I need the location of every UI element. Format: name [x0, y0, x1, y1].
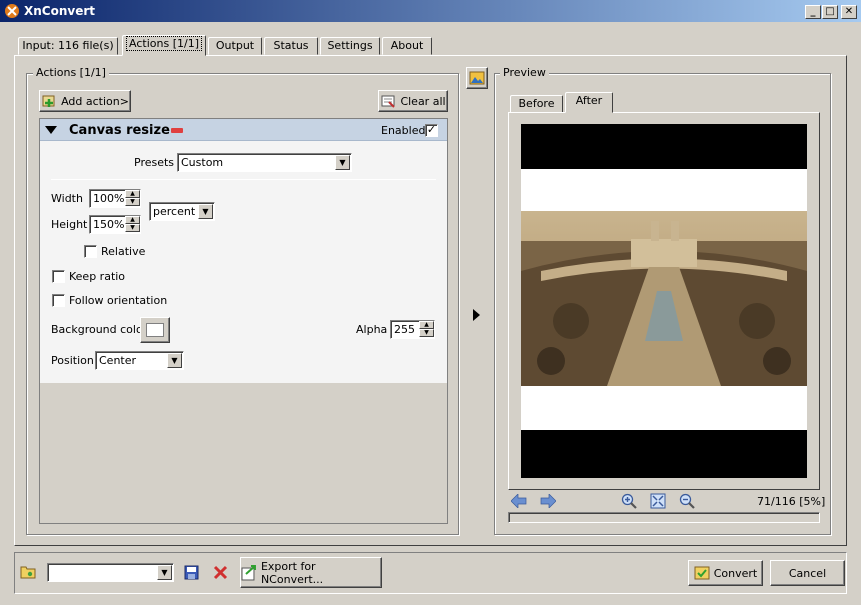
- tab-settings[interactable]: Settings: [320, 37, 380, 55]
- preview-scrollbar[interactable]: [508, 512, 820, 523]
- relative-checkbox[interactable]: [84, 245, 97, 258]
- alpha-label: Alpha: [356, 323, 388, 336]
- image-preview-icon: [469, 71, 485, 85]
- canvas-area: [521, 169, 807, 430]
- cancel-button[interactable]: Cancel: [770, 560, 845, 586]
- spin-down-icon[interactable]: ▼: [125, 224, 140, 232]
- next-arrow-icon[interactable]: [540, 494, 556, 508]
- dropdown-arrow-icon[interactable]: ▼: [198, 204, 213, 219]
- position-label: Position: [51, 354, 94, 367]
- dropdown-arrow-icon[interactable]: ▼: [157, 565, 172, 580]
- export-nconvert-button[interactable]: Export for NConvert...: [240, 557, 382, 588]
- action-title: Canvas resize: [69, 123, 170, 138]
- title-bar: XnConvert _ □ ✕: [0, 0, 861, 22]
- remove-action-icon[interactable]: [171, 128, 183, 133]
- open-folder-icon[interactable]: [20, 565, 36, 579]
- collapse-arrow-icon[interactable]: [45, 126, 57, 134]
- background-color-label: Background color: [51, 323, 148, 336]
- spin-down-icon[interactable]: ▼: [125, 198, 140, 206]
- spin-up-icon[interactable]: ▲: [125, 216, 140, 224]
- presets-select[interactable]: Custom ▼: [177, 153, 352, 172]
- photo-thumbnail: [521, 211, 807, 386]
- tab-input[interactable]: Input: 116 file(s): [18, 37, 118, 55]
- width-value: 100%: [93, 192, 125, 205]
- tab-output[interactable]: Output: [208, 37, 262, 55]
- keep-ratio-checkbox[interactable]: [52, 270, 65, 283]
- preview-toggle-button[interactable]: [466, 67, 488, 89]
- dropdown-arrow-icon[interactable]: ▼: [167, 353, 182, 368]
- save-icon[interactable]: [184, 565, 199, 580]
- preview-legend: Preview: [500, 66, 549, 79]
- alpha-input[interactable]: 255 ▲ ▼: [390, 320, 435, 339]
- divider: [51, 179, 436, 180]
- add-action-icon: [42, 95, 55, 107]
- background-color-button[interactable]: [140, 317, 170, 343]
- spin-up-icon[interactable]: ▲: [419, 321, 434, 329]
- delete-icon[interactable]: [213, 565, 228, 580]
- zoom-out-icon[interactable]: [679, 493, 695, 509]
- follow-orientation-label: Follow orientation: [69, 294, 168, 307]
- collapse-right-arrow-icon[interactable]: [473, 309, 480, 321]
- unit-value: percent: [153, 205, 196, 218]
- color-swatch: [146, 323, 164, 337]
- alpha-value: 255: [394, 323, 415, 336]
- preview-image: [521, 124, 807, 478]
- width-label: Width: [51, 192, 83, 205]
- maximize-button[interactable]: □: [822, 5, 838, 19]
- relative-label: Relative: [101, 245, 146, 258]
- enabled-label: Enabled: [381, 124, 426, 137]
- clear-all-icon: [381, 95, 396, 108]
- dropdown-arrow-icon[interactable]: ▼: [335, 155, 350, 170]
- tab-about[interactable]: About: [382, 37, 432, 55]
- window-title: XnConvert: [24, 4, 96, 18]
- spin-down-icon[interactable]: ▼: [419, 329, 434, 337]
- previous-arrow-icon[interactable]: [511, 494, 527, 508]
- tab-after[interactable]: After: [565, 92, 613, 113]
- position-select[interactable]: Center ▼: [95, 351, 184, 370]
- tab-actions-label: Actions [1/1]: [126, 36, 202, 51]
- preview-counter: 71/116 [5%]: [757, 495, 826, 508]
- clear-all-button[interactable]: Clear all: [378, 90, 448, 112]
- height-value: 150%: [93, 218, 125, 231]
- position-value: Center: [99, 354, 137, 367]
- height-input[interactable]: 150% ▲ ▼: [89, 215, 141, 234]
- fit-to-window-icon[interactable]: [650, 493, 666, 509]
- clear-all-label: Clear all: [400, 94, 446, 108]
- tab-status[interactable]: Status: [264, 37, 318, 55]
- spin-up-icon[interactable]: ▲: [125, 190, 140, 198]
- preset-select[interactable]: ▼: [47, 563, 174, 582]
- export-label: Export for NConvert...: [260, 559, 324, 586]
- tab-actions[interactable]: Actions [1/1]: [122, 35, 206, 56]
- keep-ratio-label: Keep ratio: [69, 270, 126, 283]
- presets-label: Presets: [134, 156, 175, 169]
- minimize-button[interactable]: _: [805, 5, 821, 19]
- export-icon: [241, 564, 256, 580]
- follow-orientation-checkbox[interactable]: [52, 294, 65, 307]
- convert-label: Convert: [713, 566, 758, 580]
- add-action-label: Add action>: [61, 94, 129, 108]
- enabled-checkbox[interactable]: ✓: [425, 124, 438, 137]
- xnconvert-logo-icon: [5, 4, 19, 18]
- tab-before[interactable]: Before: [510, 95, 563, 113]
- actions-legend: Actions [1/1]: [33, 66, 109, 79]
- height-label: Height: [51, 218, 88, 231]
- close-button[interactable]: ✕: [841, 5, 857, 19]
- width-input[interactable]: 100% ▲ ▼: [89, 189, 141, 208]
- zoom-in-icon[interactable]: [621, 493, 637, 509]
- cancel-label: Cancel: [788, 566, 827, 580]
- unit-select[interactable]: percent ▼: [149, 202, 215, 221]
- convert-icon: [694, 566, 710, 580]
- add-action-button[interactable]: Add action>: [39, 90, 131, 112]
- convert-button[interactable]: Convert: [688, 560, 763, 586]
- presets-value: Custom: [181, 156, 224, 169]
